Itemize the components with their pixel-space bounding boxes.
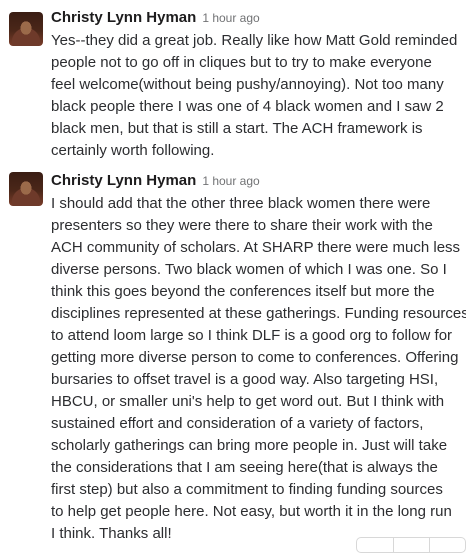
message-line: to attend loom large so I think DLF is a… bbox=[51, 327, 453, 344]
message-line: sustained effort and consideration of a … bbox=[51, 415, 424, 432]
message-line: ACH community of scholars. At SHARP ther… bbox=[51, 239, 461, 256]
avatar[interactable] bbox=[9, 172, 43, 206]
toolbar-divider bbox=[393, 538, 394, 552]
avatar[interactable] bbox=[9, 12, 43, 46]
toolbar-divider bbox=[429, 538, 430, 552]
author-name[interactable]: Christy Lynn Hyman bbox=[51, 172, 196, 189]
message-line: scholarly gatherings can bring more peop… bbox=[51, 437, 448, 454]
message-line: think this goes beyond the conferences i… bbox=[51, 283, 435, 300]
timestamp[interactable]: 1 hour ago bbox=[202, 11, 259, 25]
message-line: bursaries to offset travel is a good way… bbox=[51, 371, 439, 388]
message-header: Christy Lynn Hyman 1 hour ago bbox=[51, 172, 260, 190]
message-line: Yes--they did a great job. Really like h… bbox=[51, 32, 458, 49]
message-line: certainly worth following. bbox=[51, 142, 215, 159]
message-line: black people there I was one of 4 black … bbox=[51, 98, 444, 115]
message-text: I should add that the other three black … bbox=[51, 193, 466, 545]
message-line: getting more diverse person to come to c… bbox=[51, 349, 459, 366]
message-line: the considerations that I am seeing here… bbox=[51, 459, 438, 476]
message-header: Christy Lynn Hyman 1 hour ago bbox=[51, 9, 260, 27]
message-text: Yes--they did a great job. Really like h… bbox=[51, 30, 463, 162]
author-name[interactable]: Christy Lynn Hyman bbox=[51, 9, 196, 26]
message-line: I should add that the other three black … bbox=[51, 195, 431, 212]
message-line: to help get people here. Not easy, but w… bbox=[51, 503, 452, 520]
message-line: people not to go off in cliques but to t… bbox=[51, 54, 432, 71]
message-line: HBCU, or smaller uni's help to get word … bbox=[51, 393, 445, 410]
message-actions-toolbar[interactable] bbox=[356, 537, 466, 553]
message-line: disciplines represented at these gatheri… bbox=[51, 305, 466, 322]
message-line: feel welcome(without being pushy/annoyin… bbox=[51, 76, 444, 93]
message-line: black men, but that is still a start. Th… bbox=[51, 120, 423, 137]
message-line: presenters so they were there to share t… bbox=[51, 217, 433, 234]
message-line: first step) but also a commitment to fin… bbox=[51, 481, 443, 498]
message-line: diverse persons. Two black women of whic… bbox=[51, 261, 447, 278]
timestamp[interactable]: 1 hour ago bbox=[202, 174, 259, 188]
